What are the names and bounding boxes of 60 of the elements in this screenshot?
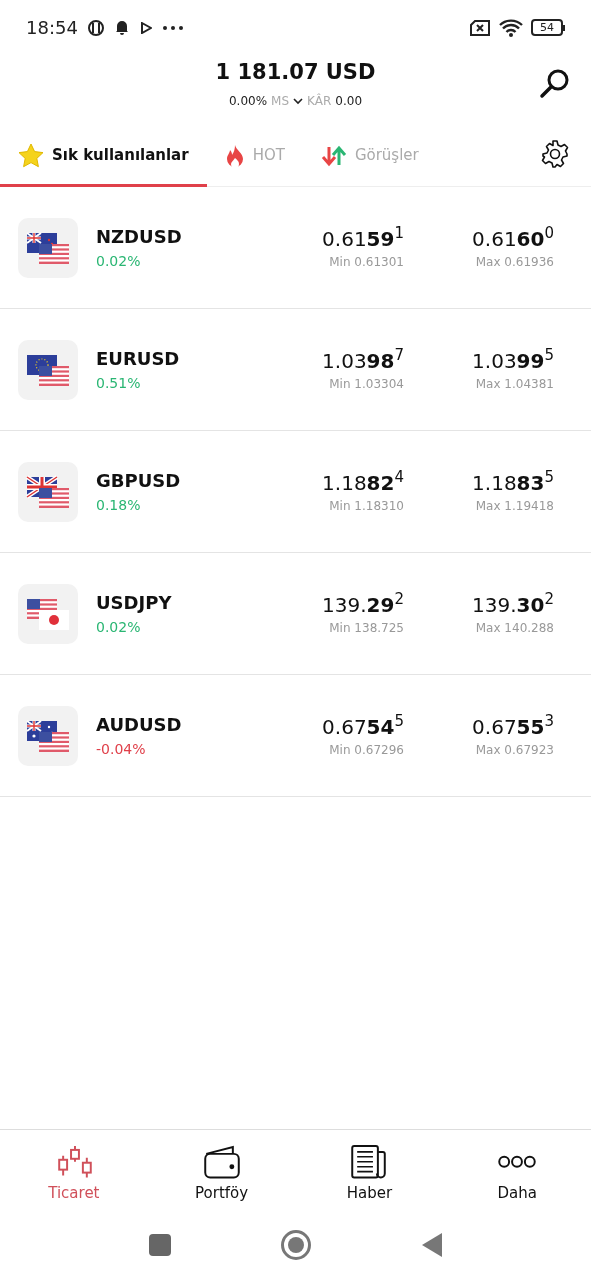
nav-item[interactable]: Portföy [147,1144,296,1204]
search-icon[interactable] [539,67,571,99]
low-price: Min 0.67296 [329,741,404,759]
change-percent: 0.51% [96,373,142,393]
chevron-down-icon [293,96,304,105]
bid-price[interactable]: 139.29$^{2}$ [322,590,404,619]
currency-pair-icon [18,583,78,644]
wifi-icon [499,18,523,37]
high-price: Max 140.288 [475,619,554,637]
more-icon [161,24,184,31]
star-icon [18,142,44,169]
change-percent: -0.04% [96,739,147,759]
ask-price[interactable]: 1.1883$^{5}$ [472,468,554,497]
change-percent: 0.18% [96,495,142,515]
settings-icon[interactable] [539,139,571,171]
nav-item[interactable]: Daha [443,1144,591,1204]
globe-icon [87,19,104,36]
bid-price[interactable]: 0.6754$^{5}$ [322,712,404,741]
symbol: GBPUSD [96,468,182,493]
up-down-arrows-icon [320,144,347,167]
nav-item[interactable]: Ticaret [0,1144,148,1204]
status-time: 18:54 [26,16,78,40]
account-balance: 1 181.07 USD [215,59,376,86]
high-price: Max 0.61936 [475,253,554,271]
ask-price[interactable]: 0.6160$^{0}$ [472,224,554,253]
currency-pair-icon [18,461,78,522]
low-price: Min 0.61301 [329,253,404,271]
high-price: Max 0.67923 [475,741,554,759]
currency-pair-icon [18,705,78,766]
ask-price[interactable]: 0.6755$^{3}$ [472,712,554,741]
symbol: USDJPY [96,590,173,615]
ask-price[interactable]: 1.0399$^{5}$ [472,346,554,375]
change-percent: 0.02% [96,617,142,637]
low-price: Min 138.725 [329,619,404,637]
nav-item[interactable]: Haber [295,1144,444,1204]
bid-price[interactable]: 0.6159$^{1}$ [322,224,404,253]
back-button[interactable] [420,1231,443,1258]
bid-price[interactable]: 1.0398$^{7}$ [322,346,404,375]
symbol: AUDUSD [96,712,183,737]
tab[interactable]: Sık kullanılanlar [0,125,207,186]
bid-price[interactable]: 1.1882$^{4}$ [322,468,404,497]
flame-icon [224,143,245,168]
symbol: NZDUSD [96,224,183,249]
wallet-icon [202,1144,241,1180]
currency-pair-icon [18,339,78,400]
battery-icon: 54 [531,19,565,36]
low-price: Min 1.18310 [329,497,404,515]
newspaper-icon [350,1144,389,1180]
sim-icon [469,18,491,37]
currency-pair-icon [18,217,78,278]
low-price: Min 1.03304 [329,375,404,393]
recent-apps-button[interactable] [148,1233,171,1256]
home-button[interactable] [280,1229,311,1260]
symbol: EURUSD [96,346,181,371]
ask-price[interactable]: 139.30$^{2}$ [472,590,554,619]
play-icon [139,21,152,34]
high-price: Max 1.19418 [475,497,554,515]
high-price: Max 1.04381 [475,375,554,393]
change-percent: 0.02% [96,251,142,271]
account-summary[interactable]: 0.00% MS KÂR 0.00 [228,91,362,110]
